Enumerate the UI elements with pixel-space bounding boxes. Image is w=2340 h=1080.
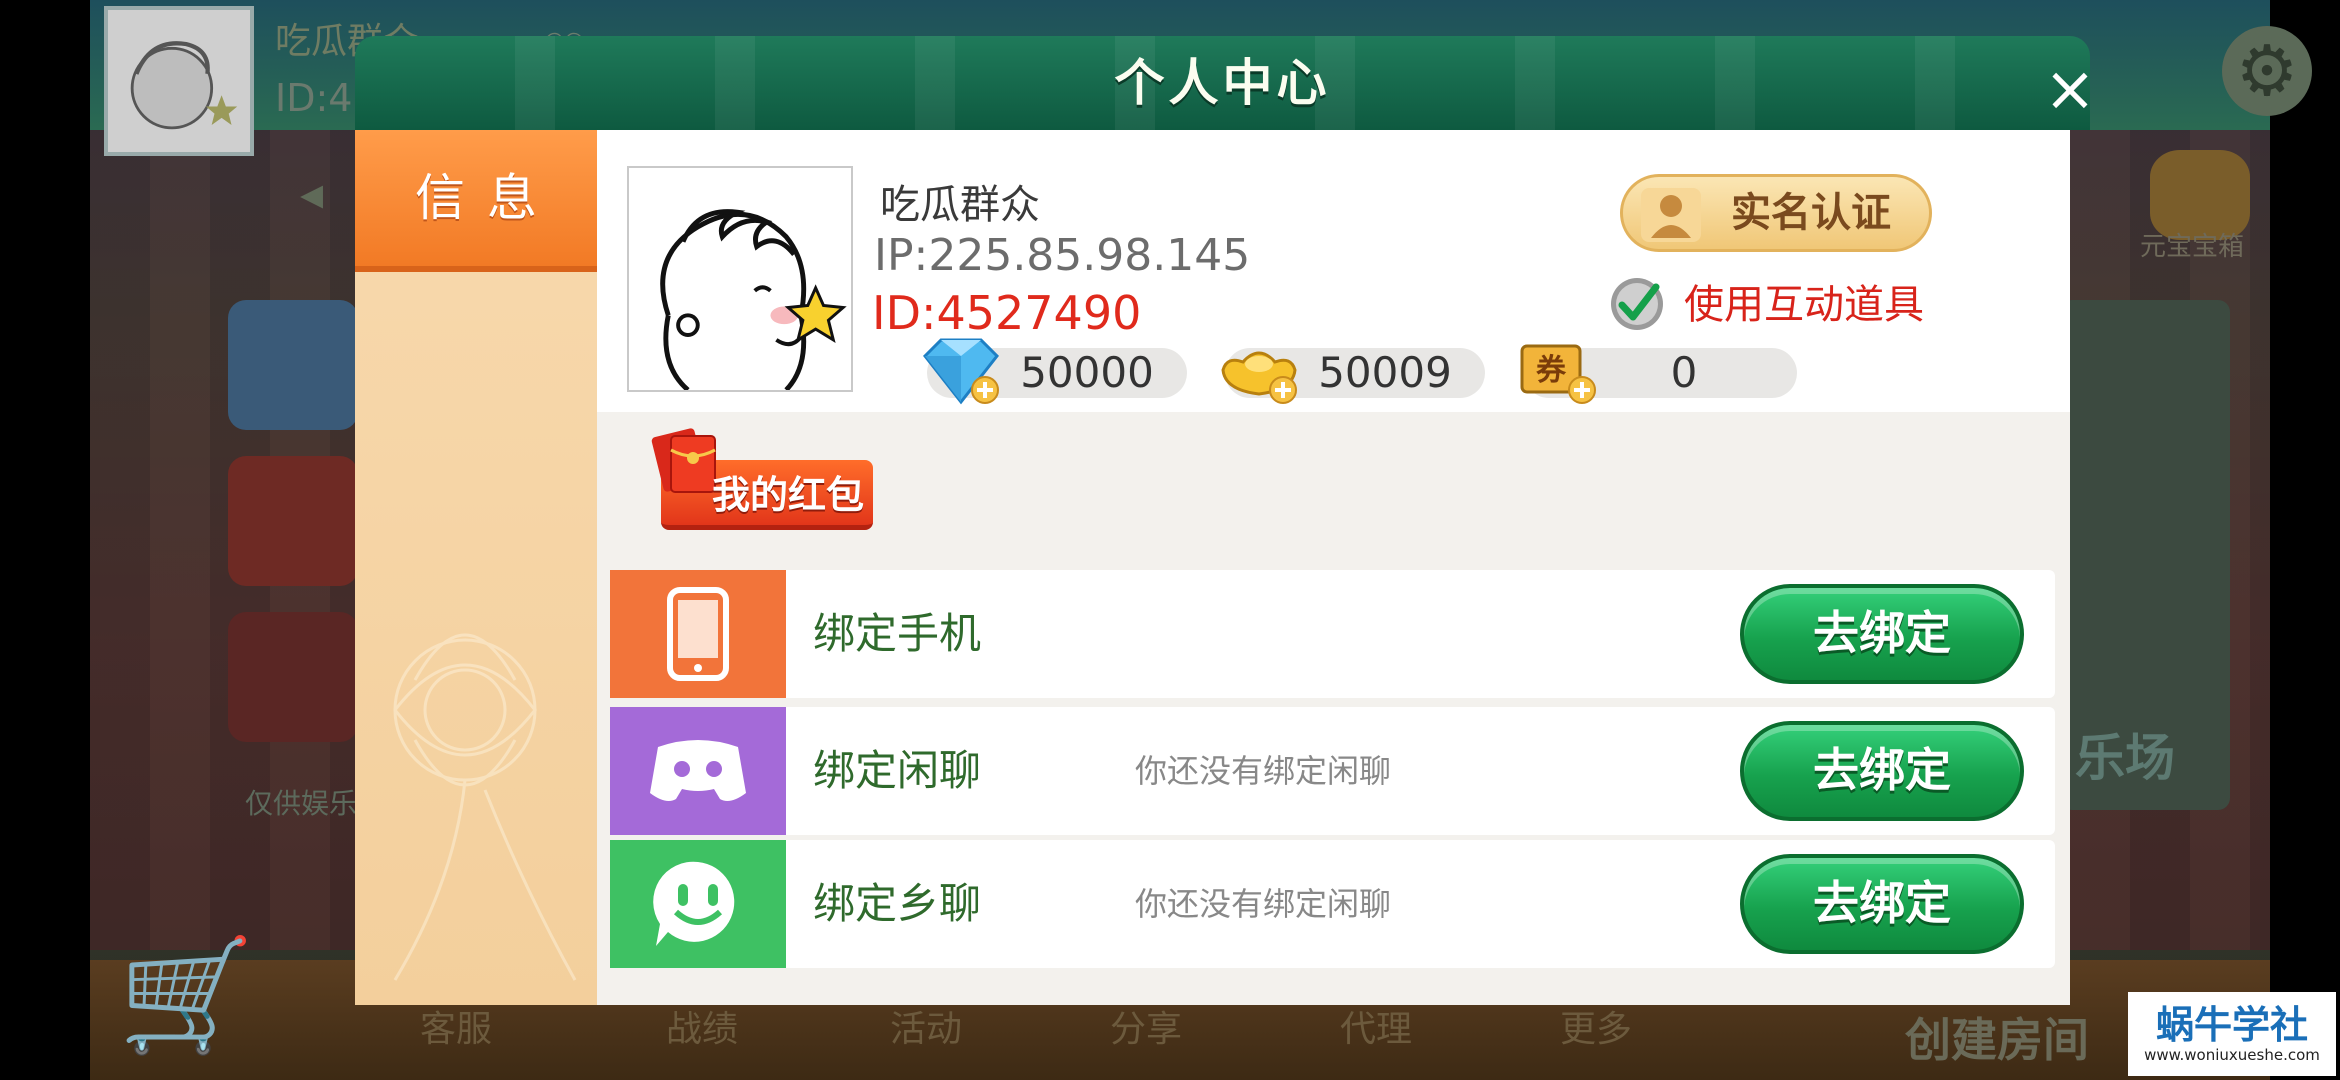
lobby-avatar[interactable] xyxy=(104,6,254,156)
real-name-verify-button[interactable]: 实名认证 xyxy=(1620,174,1932,252)
game-tile-fishing[interactable] xyxy=(228,300,358,430)
checkmark-icon xyxy=(1611,278,1663,330)
gold-ingot-add-icon[interactable] xyxy=(1217,334,1301,408)
ticket-icon-text: 券 xyxy=(1536,353,1567,388)
bind-xiangliao-button-label: 去绑定 xyxy=(1813,876,1951,930)
use-props-label: 使用互动道具 xyxy=(1684,282,1924,328)
dialog-title: 个人中心 xyxy=(1114,54,1331,112)
nav-record[interactable]: 战绩 xyxy=(666,1000,738,1052)
bind-xiangliao-hint: 你还没有绑定闲聊 xyxy=(1135,885,1392,923)
game-tile-moyu[interactable] xyxy=(228,612,358,742)
profile-ip: IP:225.85.98.145 xyxy=(874,230,1251,281)
lobby-arena-label: 乐场 xyxy=(2075,729,2175,787)
nav-activity[interactable]: 活动 xyxy=(890,1000,962,1052)
xiangliao-icon xyxy=(610,840,786,968)
left-edge xyxy=(0,0,90,1080)
bind-phone-label: 绑定手机 xyxy=(813,609,982,658)
create-room-button[interactable]: 创建房间 xyxy=(1905,1004,2089,1070)
nav-share[interactable]: 分享 xyxy=(1110,1000,1182,1052)
red-packet-label: 我的红包 xyxy=(711,473,864,517)
ticket-balance: 券 0 xyxy=(1520,344,1797,404)
nav-more[interactable]: 更多 xyxy=(1560,1000,1632,1052)
profile-id: ID:4527490 xyxy=(872,286,1142,340)
tab-info-label: 信息 xyxy=(415,169,559,227)
right-edge xyxy=(2270,0,2340,1080)
game-tile-legend[interactable] xyxy=(228,456,358,586)
diamond-balance: 50000 xyxy=(923,338,1187,405)
bind-phone-button-label: 去绑定 xyxy=(1813,606,1951,660)
phone-icon xyxy=(610,570,786,698)
avatar-face-icon xyxy=(108,10,250,152)
close-button[interactable]: × xyxy=(2040,54,2100,124)
verify-label: 实名认证 xyxy=(1731,190,1891,236)
ticket-add-icon[interactable]: 券 xyxy=(1516,334,1600,408)
bind-phone-button[interactable]: 去绑定 xyxy=(1740,584,2024,684)
diamond-value: 50000 xyxy=(1020,348,1154,397)
bind-xianliao-label: 绑定闲聊 xyxy=(813,746,982,795)
profile-avatar[interactable] xyxy=(627,166,853,392)
nav-agent[interactable]: 代理 xyxy=(1340,1000,1412,1052)
xianliao-icon xyxy=(610,707,786,835)
profile-name: 吃瓜群众 xyxy=(880,182,1040,228)
bind-xianliao-hint: 你还没有绑定闲聊 xyxy=(1135,752,1392,790)
side-nav: 信息 xyxy=(355,130,597,1005)
watermark-main: 蜗牛学社 xyxy=(2155,1003,2308,1047)
ticket-value: 0 xyxy=(1670,348,1698,397)
bind-phone-row: 绑定手机 去绑定 xyxy=(610,570,2055,698)
lobby-disclaimer: 仅供娱乐 xyxy=(245,787,358,820)
settings-gear-icon[interactable]: ⚙ xyxy=(2222,26,2312,116)
bind-xiangliao-row: 绑定乡聊 你还没有绑定闲聊 去绑定 xyxy=(610,840,2055,968)
treasure-label: 元宝宝箱 xyxy=(2140,232,2245,262)
watermark-url: www.woniuxueshe.com xyxy=(2144,1046,2320,1064)
tab-info[interactable]: 信息 xyxy=(355,130,597,272)
megaphone-icon: ◂ xyxy=(300,166,324,220)
bind-xianliao-row: 绑定闲聊 你还没有绑定闲聊 去绑定 xyxy=(610,707,2055,835)
gold-balance: 50009 xyxy=(1221,348,1485,404)
person-icon xyxy=(1641,188,1701,242)
nav-service[interactable]: 客服 xyxy=(420,1000,492,1052)
gold-value: 50009 xyxy=(1318,348,1452,397)
personal-center-dialog: 信息 吃瓜群众 IP:225.85.98.145 ID:4527490 实名认证… xyxy=(355,130,2070,1005)
bind-xianliao-button-label: 去绑定 xyxy=(1813,743,1951,797)
bind-xiangliao-button[interactable]: 去绑定 xyxy=(1740,854,2024,954)
lobby-game-list xyxy=(228,300,358,770)
info-content: 吃瓜群众 IP:225.85.98.145 ID:4527490 实名认证 使用… xyxy=(597,130,2070,1005)
profile-card: 吃瓜群众 IP:225.85.98.145 ID:4527490 实名认证 使用… xyxy=(597,130,2070,412)
use-props-checkbox[interactable]: 使用互动道具 xyxy=(1602,270,1932,340)
peony-decoration-icon xyxy=(393,633,577,981)
dialog-header: 个人中心 xyxy=(355,36,2090,130)
site-watermark: 蜗牛学社 www.woniuxueshe.com xyxy=(2128,992,2336,1076)
my-red-packet-button[interactable]: 我的红包 xyxy=(649,422,885,530)
shop-cart-icon[interactable]: 🛒 xyxy=(118,930,268,1060)
bind-xiangliao-label: 绑定乡聊 xyxy=(813,879,982,928)
avatar-face-icon xyxy=(629,168,851,392)
diamond-add-icon[interactable] xyxy=(919,334,1003,408)
bind-xianliao-button[interactable]: 去绑定 xyxy=(1740,721,2024,821)
